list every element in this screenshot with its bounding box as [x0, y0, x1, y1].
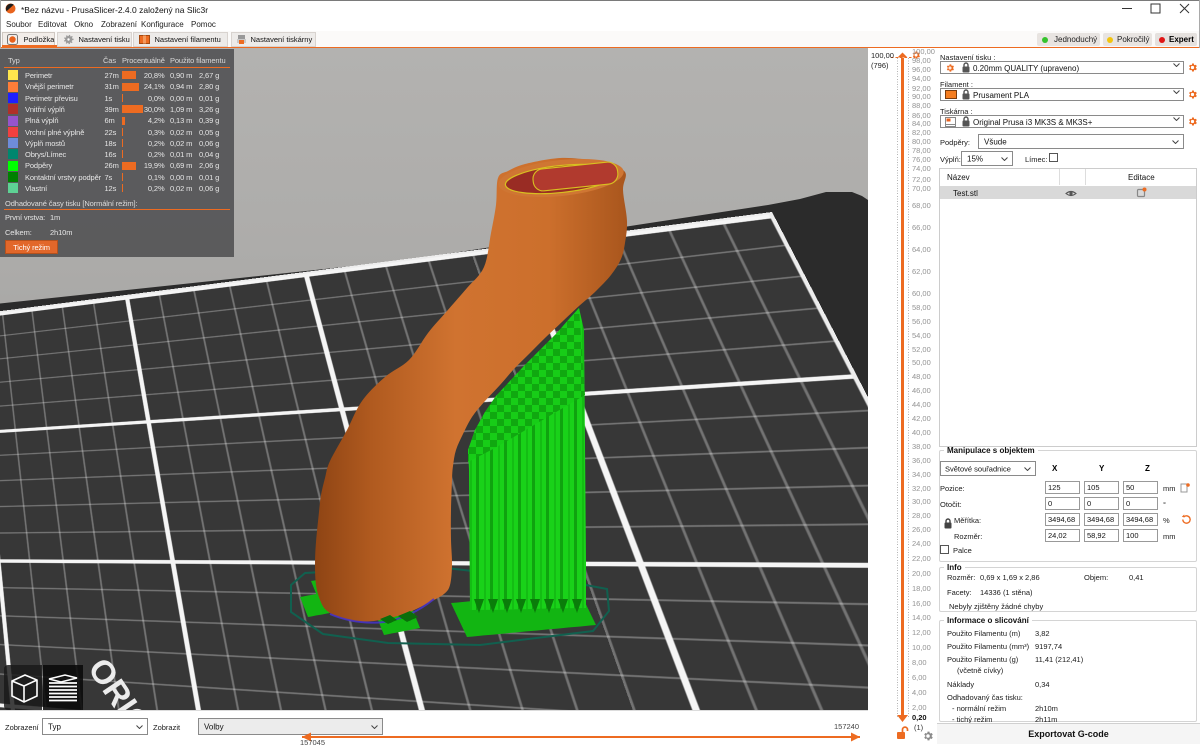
svg-text:ORIGINAL: ORIGINAL: [81, 651, 202, 710]
svg-text:157240: 157240: [834, 722, 859, 731]
